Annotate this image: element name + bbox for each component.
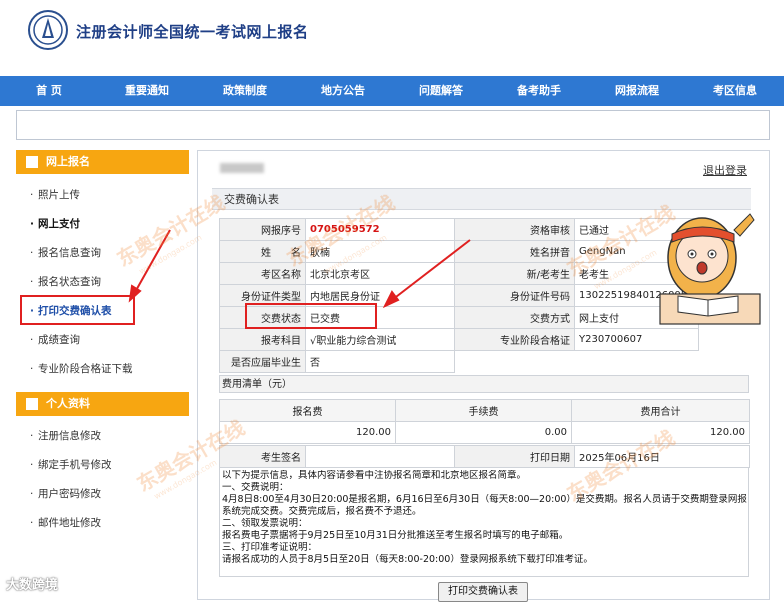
bottom-logo: 大数跨境: [6, 578, 59, 593]
mascot-illustration-icon: [650, 200, 764, 330]
arrow-to-status-line: [391, 239, 471, 301]
arrow-to-sidebar-line: [133, 229, 171, 295]
arrow-to-sidebar-head: [128, 284, 142, 303]
arrow-to-status-head: [382, 290, 400, 309]
